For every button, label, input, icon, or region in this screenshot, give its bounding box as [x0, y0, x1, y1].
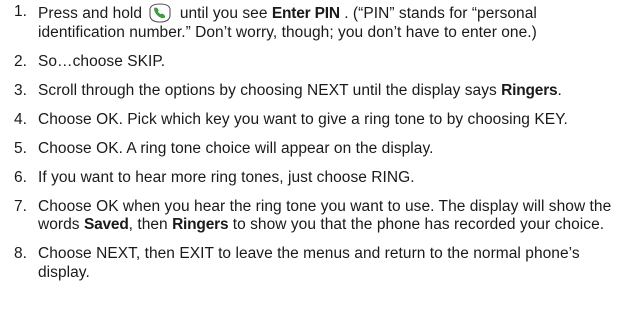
steps-list: 1. Press and hold until you see Enter PI… [0, 3, 622, 282]
step-number: 4. [14, 110, 28, 128]
step-text: Choose OK. Pick which key you want to gi… [38, 110, 568, 128]
display-text-ringers: Ringers [501, 81, 558, 99]
step-text: Choose OK. A ring tone choice will appea… [38, 139, 434, 157]
step-text: Choose NEXT, then EXIT to leave the menu… [38, 245, 580, 281]
step-8: 8. Choose NEXT, then EXIT to leave the m… [0, 245, 622, 282]
step-number: 1. [14, 3, 28, 20]
step-number: 7. [14, 197, 28, 215]
step-3: 3. Scroll through the options by choosin… [0, 82, 622, 101]
step-number: 5. [14, 139, 28, 157]
step-1: 1. Press and hold until you see Enter PI… [0, 3, 622, 42]
step-text: If you want to hear more ring tones, jus… [38, 168, 415, 186]
step-number: 8. [14, 245, 28, 262]
step-number: 6. [14, 168, 28, 186]
step-number: 3. [14, 81, 28, 99]
step-text: Scroll through the options by choosing N… [38, 81, 502, 99]
power-end-key-icon [149, 3, 172, 23]
step-text: . [557, 81, 562, 99]
display-text-ringers: Ringers [172, 216, 229, 233]
step-2: 2. So…choose SKIP. [0, 53, 622, 72]
display-text-enter-pin: Enter PIN [271, 5, 340, 22]
step-5: 5. Choose OK. A ring tone choice will ap… [0, 140, 622, 159]
step-text: , then [128, 216, 173, 233]
display-text-saved: Saved [83, 216, 129, 233]
step-6: 6. If you want to hear more ring tones, … [0, 169, 622, 188]
step-4: 4. Choose OK. Pick which key you want to… [0, 111, 622, 130]
instruction-document: 1. Press and hold until you see Enter PI… [0, 0, 630, 323]
step-text: to show you that the phone has recorded … [228, 216, 605, 233]
step-text: So…choose SKIP. [38, 52, 166, 70]
step-number: 2. [14, 52, 28, 70]
step-7: 7. Choose OK when you hear the ring tone… [0, 198, 622, 235]
step-text: Press and hold [38, 5, 143, 22]
step-text: until you see [179, 5, 272, 22]
